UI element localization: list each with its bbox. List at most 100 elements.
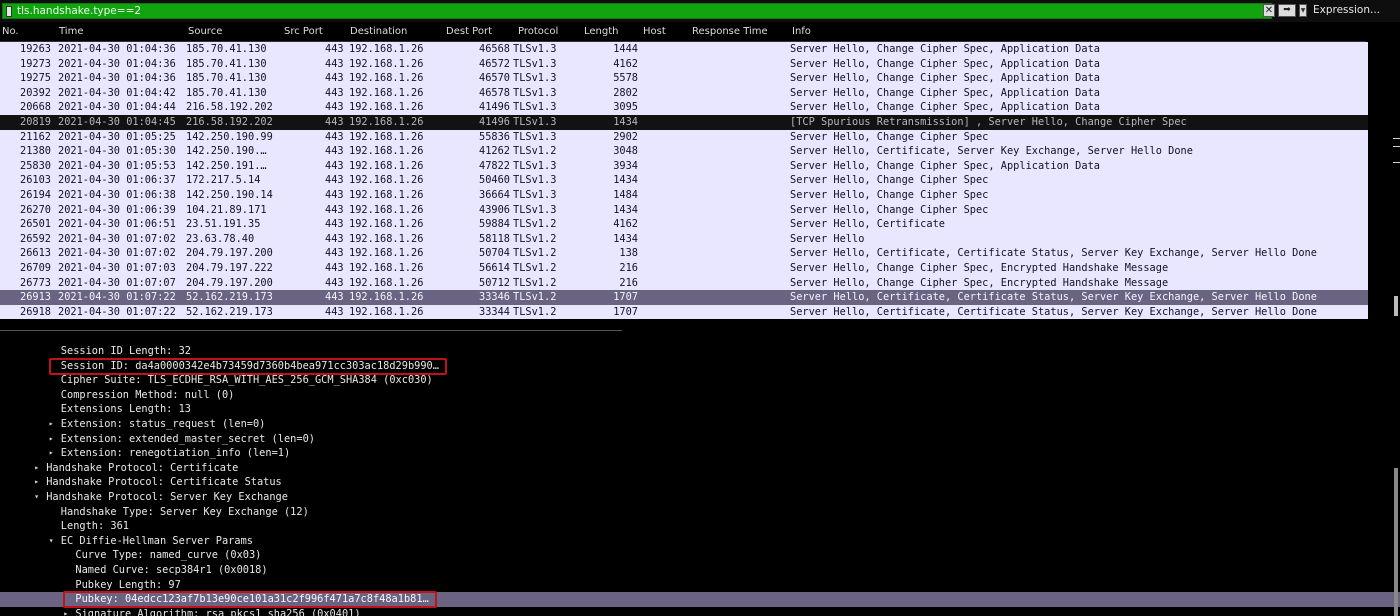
bookmark-icon[interactable] — [6, 6, 12, 17]
packet-info: Server Hello, Change Cipher Spec, Applic… — [790, 86, 1100, 99]
packet-source: 142.250.190.… — [186, 145, 267, 158]
clear-filter-button[interactable]: ✕ — [1263, 4, 1275, 17]
packet-info: Server Hello, Change Cipher Spec, Applic… — [790, 57, 1100, 70]
packet-destination: 192.168.1.26 — [349, 291, 424, 304]
packet-row[interactable]: 26103 2021-04-30 01:06:37 172.217.5.14 443 1… — [0, 173, 1368, 188]
packet-info: Server Hello, Change Cipher Spec, Encryp… — [790, 276, 1169, 289]
detail-tree-item[interactable]: Pubkey Length: 97 — [0, 578, 1400, 593]
column-header-length[interactable]: Length — [584, 26, 619, 37]
packet-src-port: 443 — [325, 291, 344, 304]
packet-time: 2021-04-30 01:06:38 — [58, 188, 176, 201]
packet-src-port: 443 — [325, 232, 344, 245]
column-header-host[interactable]: Host — [643, 26, 666, 37]
detail-tree-item[interactable]: Named Curve: secp384r1 (0x0018) — [0, 563, 1400, 578]
detail-tree-item[interactable]: Compression Method: null (0) — [0, 388, 1400, 403]
packet-details-pane: Session ID Length: 32 Session ID: da4a000… — [0, 344, 1400, 616]
expand-arrow-icon[interactable]: ▸ — [49, 417, 54, 432]
column-header-dest-port[interactable]: Dest Port — [446, 26, 492, 37]
packet-info: [TCP Spurious Retransmission] , Server H… — [790, 115, 1187, 128]
expand-arrow-icon[interactable]: ▸ — [49, 432, 54, 447]
column-header-no[interactable]: No. — [2, 26, 19, 37]
annotation-red-box — [63, 591, 437, 609]
detail-text: Signature Algorithm: rsa_pkcs1_sha256 (0… — [75, 607, 361, 616]
column-header-time[interactable]: Time — [59, 26, 83, 37]
packet-row[interactable]: 25830 2021-04-30 01:05:53 142.250.191.… 443… — [0, 158, 1368, 174]
detail-tree-item[interactable]: ▸ Extension: renegotiation_info (len=1) — [0, 446, 1400, 461]
filter-history-dropdown[interactable]: ▼ — [1299, 4, 1307, 17]
packet-info: Server Hello, Change Cipher Spec, Applic… — [790, 43, 1100, 55]
packet-row[interactable]: 26773 2021-04-30 01:07:07 204.79.197.200 44… — [0, 275, 1368, 291]
expand-arrow-icon[interactable]: ▸ — [49, 446, 54, 461]
detail-tree-item[interactable]: ▸ Handshake Protocol: Certificate — [0, 461, 1400, 476]
packet-row[interactable]: 26270 2021-04-30 01:06:39 104.21.89.171 443… — [0, 202, 1368, 218]
expand-arrow-icon[interactable]: ▸ — [63, 607, 68, 616]
detail-tree-item[interactable]: Cipher Suite: TLS_ECDHE_RSA_WITH_AES_256… — [0, 373, 1400, 388]
detail-tree-item[interactable]: Pubkey: 04edcc123af7b13e90ce101a31c2f996… — [0, 591, 1400, 609]
detail-tree-item[interactable]: Session ID Length: 32 — [0, 344, 1400, 359]
packet-number: 26501 — [20, 218, 51, 231]
packet-length: 4162 — [613, 218, 638, 231]
packet-dest-port: 55836 — [479, 130, 510, 143]
detail-tree-item[interactable]: ▸ Extension: extended_master_secret (len=… — [0, 432, 1400, 447]
expand-arrow-icon[interactable]: ▸ — [34, 475, 39, 490]
detail-tree-item[interactable]: Length: 361 — [0, 519, 1400, 534]
detail-tree-item[interactable]: ▾ EC Diffie-Hellman Server Params — [0, 534, 1400, 549]
details-scrollbar-thumb[interactable] — [1394, 468, 1398, 616]
detail-tree-item[interactable]: Curve Type: named_curve (0x03) — [0, 548, 1400, 563]
packet-list-scrollbar[interactable] — [1368, 22, 1400, 322]
packet-row[interactable]: 26613 2021-04-30 01:07:02 204.79.197.200 44… — [0, 246, 1368, 261]
packet-src-port: 443 — [325, 130, 344, 143]
packet-destination: 192.168.1.26 — [349, 57, 424, 70]
packet-dest-port: 41262 — [479, 145, 510, 158]
packet-row[interactable]: 26501 2021-04-30 01:06:51 23.51.191.35 443 1… — [0, 217, 1368, 232]
packet-row[interactable]: 21162 2021-04-30 01:05:25 142.250.190.99 44… — [0, 129, 1368, 145]
collapse-arrow-icon[interactable]: ▾ — [49, 534, 54, 549]
packet-source: 23.51.191.35 — [186, 218, 261, 231]
detail-tree-item[interactable]: Session ID: da4a0000342e4b73459d7360b4be… — [0, 357, 1400, 375]
pane-divider[interactable] — [0, 330, 622, 331]
packet-number: 25830 — [20, 159, 51, 172]
packet-row[interactable]: 20819 2021-04-30 01:04:45 216.58.192.202 44… — [0, 114, 1368, 130]
packet-src-port: 443 — [325, 188, 344, 201]
detail-tree-item[interactable]: ▸ Handshake Protocol: Certificate Status — [0, 475, 1400, 490]
packet-dest-port: 46572 — [479, 57, 510, 70]
detail-tree-item[interactable]: Handshake Type: Server Key Exchange (12) — [0, 505, 1400, 520]
packet-row[interactable]: 26913 2021-04-30 01:07:22 52.162.219.173 44… — [0, 290, 1368, 305]
packet-row[interactable]: 20392 2021-04-30 01:04:42 185.70.41.130 443… — [0, 85, 1368, 101]
display-filter-text[interactable]: tls.handshake.type==2 — [17, 5, 141, 17]
expand-arrow-icon[interactable]: ▸ — [34, 461, 39, 476]
column-header-src-port[interactable]: Src Port — [284, 26, 323, 37]
expression-button[interactable]: Expression... — [1313, 4, 1380, 16]
packet-row[interactable]: 19263 2021-04-30 01:04:36 185.70.41.130 443… — [0, 42, 1368, 57]
detail-tree-item[interactable]: ▸ Signature Algorithm: rsa_pkcs1_sha256 (… — [0, 607, 1400, 616]
packet-source: 185.70.41.130 — [186, 57, 267, 70]
packet-length: 1707 — [613, 291, 638, 304]
packet-row[interactable]: 26918 2021-04-30 01:07:22 52.162.219.173 44… — [0, 304, 1368, 320]
packet-dest-port: 50712 — [479, 276, 510, 289]
packet-destination: 192.168.1.26 — [349, 261, 424, 274]
packet-row[interactable]: 19275 2021-04-30 01:04:36 185.70.41.130 443… — [0, 71, 1368, 86]
column-header-source[interactable]: Source — [188, 26, 222, 37]
scrollbar-thumb[interactable] — [1394, 296, 1398, 316]
apply-filter-button[interactable]: ➡ — [1278, 4, 1296, 17]
detail-text: Pubkey Length: 97 — [75, 578, 181, 591]
packet-row[interactable]: 21380 2021-04-30 01:05:30 142.250.190.… 443… — [0, 144, 1368, 159]
column-header-destination[interactable]: Destination — [350, 26, 407, 37]
packet-row[interactable]: 26709 2021-04-30 01:07:03 204.79.197.222 44… — [0, 260, 1368, 276]
packet-info: Server Hello, Certificate, Server Key Ex… — [790, 145, 1193, 158]
packet-row[interactable]: 26194 2021-04-30 01:06:38 142.250.190.14 44… — [0, 187, 1368, 203]
detail-tree-item[interactable]: ▸ Extension: status_request (len=0) — [0, 417, 1400, 432]
column-header-info[interactable]: Info — [792, 26, 811, 37]
packet-row[interactable]: 20668 2021-04-30 01:04:44 216.58.192.202 44… — [0, 100, 1368, 115]
column-header-response-time[interactable]: Response Time — [692, 26, 768, 37]
packet-destination: 192.168.1.26 — [349, 130, 424, 143]
packet-list-pane: No. Time Source Src Port Destination Des… — [0, 22, 1400, 322]
packet-row[interactable]: 19273 2021-04-30 01:04:36 185.70.41.130 443… — [0, 56, 1368, 72]
detail-tree-item[interactable]: ▾ Handshake Protocol: Server Key Exchange — [0, 490, 1400, 505]
collapse-arrow-icon[interactable]: ▾ — [34, 490, 39, 505]
packet-info: Server Hello, Change Cipher Spec, Encryp… — [790, 261, 1169, 274]
column-header-protocol[interactable]: Protocol — [518, 26, 558, 37]
display-filter-input[interactable]: tls.handshake.type==2 — [2, 3, 1272, 19]
packet-row[interactable]: 26592 2021-04-30 01:07:02 23.63.78.40 443 19… — [0, 231, 1368, 247]
detail-tree-item[interactable]: Extensions Length: 13 — [0, 402, 1400, 417]
